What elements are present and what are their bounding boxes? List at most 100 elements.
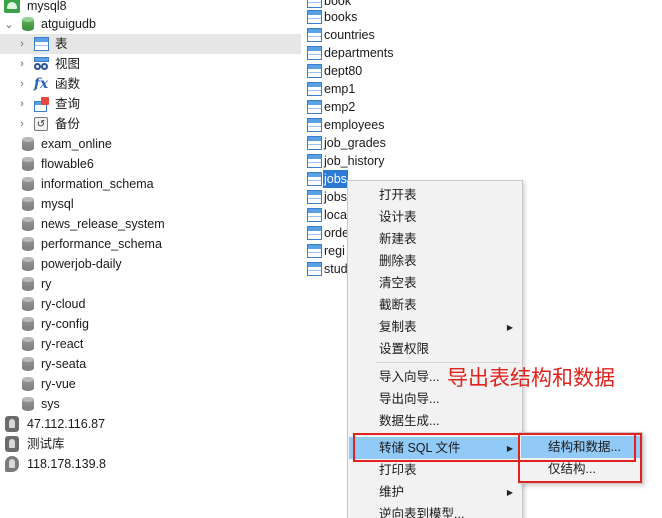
chevron-right-icon[interactable]: ›: [17, 78, 27, 90]
menu-item-empty-table[interactable]: 清空表: [349, 272, 521, 294]
menu-item-label: 导入向导...: [379, 370, 440, 384]
menu-item-delete-table[interactable]: 删除表: [349, 250, 521, 272]
tree-item-tables[interactable]: › 表: [0, 34, 301, 54]
database-icon: [20, 296, 36, 312]
chevron-right-icon[interactable]: ›: [17, 38, 27, 50]
menu-item-truncate-table[interactable]: 截断表: [349, 294, 521, 316]
tree-item-database[interactable]: performance_schema: [0, 234, 301, 254]
table-icon: [307, 154, 322, 168]
table-icon: [307, 172, 322, 186]
tree-item-connection[interactable]: 47.112.116.87: [0, 414, 301, 434]
table-item[interactable]: orde: [307, 224, 350, 242]
function-folder-icon: fx: [33, 76, 49, 92]
tree-item-functions[interactable]: › fx 函数: [0, 74, 301, 94]
table-icon: [307, 10, 322, 24]
menu-item-export-wizard[interactable]: 导出向导...: [349, 388, 521, 410]
table-name: countries: [324, 28, 375, 42]
tree-item-label: 视图: [55, 57, 81, 71]
tree-item-database[interactable]: news_release_system: [0, 214, 301, 234]
tree-item-atguigudb[interactable]: ⌄ atguigudb: [0, 14, 301, 34]
menu-item-label: 打印表: [379, 463, 417, 477]
tree-item-database[interactable]: information_schema: [0, 174, 301, 194]
table-item[interactable]: countries: [307, 26, 376, 44]
tree-item-database[interactable]: ry-vue: [0, 374, 301, 394]
tree-item-label: 表: [55, 37, 68, 51]
table-item[interactable]: job_grades: [307, 134, 387, 152]
tree-item-database[interactable]: powerjob-daily: [0, 254, 301, 274]
chevron-right-icon[interactable]: ›: [17, 118, 27, 130]
menu-item-label: 设置权限: [379, 342, 430, 356]
menu-item-print-table[interactable]: 打印表: [349, 459, 521, 481]
menu-item-label: 打开表: [379, 188, 417, 202]
database-icon: [20, 156, 36, 172]
menu-item-set-permissions[interactable]: 设置权限: [349, 338, 521, 360]
database-icon: [20, 176, 36, 192]
annotation-text: 导出表结构和数据: [447, 366, 615, 390]
tree-item-database[interactable]: ry-config: [0, 314, 301, 334]
menu-item-label: 逆向表到模型...: [379, 507, 465, 518]
tree-item-database[interactable]: sys: [0, 394, 301, 414]
database-icon: [20, 336, 36, 352]
table-item[interactable]: job_history: [307, 152, 385, 170]
tree-item-queries[interactable]: › 查询: [0, 94, 301, 114]
submenu-arrow-icon: ▶: [506, 487, 513, 497]
database-icon: [20, 376, 36, 392]
table-name: emp1: [324, 82, 356, 96]
database-icon: [20, 316, 36, 332]
tree-item-views[interactable]: › 视图: [0, 54, 301, 74]
table-item[interactable]: jobs: [307, 188, 348, 206]
database-icon: [20, 196, 36, 212]
menu-item-label: 复制表: [379, 320, 417, 334]
leaf-connection-icon: [4, 456, 20, 472]
tree-item-database[interactable]: ry-cloud: [0, 294, 301, 314]
tree-item-database[interactable]: ry: [0, 274, 301, 294]
menu-item-maintain[interactable]: 维护 ▶: [349, 481, 521, 503]
tree-item-connection[interactable]: 测试库: [0, 434, 301, 454]
table-item[interactable]: departments: [307, 44, 394, 62]
menu-item-design-table[interactable]: 设计表: [349, 206, 521, 228]
table-item-selected[interactable]: jobs: [307, 170, 348, 188]
chevron-down-icon[interactable]: ⌄: [4, 19, 14, 31]
menu-item-label: 删除表: [379, 254, 417, 268]
database-icon: [20, 216, 36, 232]
table-name: jobs: [323, 170, 348, 188]
chevron-right-icon[interactable]: ›: [17, 58, 27, 70]
table-icon: [307, 64, 322, 78]
tree-item-database[interactable]: mysql: [0, 194, 301, 214]
chevron-right-icon[interactable]: ›: [17, 98, 27, 110]
tree-item-database[interactable]: flowable6: [0, 154, 301, 174]
tree-item-label: atguigudb: [41, 17, 96, 31]
table-icon: [307, 82, 322, 96]
table-item[interactable]: loca: [307, 206, 348, 224]
tree-item-label: ry-cloud: [41, 297, 86, 311]
menu-item-open-table[interactable]: 打开表: [349, 184, 521, 206]
table-item[interactable]: books: [307, 8, 358, 26]
table-item[interactable]: emp2: [307, 98, 356, 116]
backup-folder-icon: ↺: [33, 116, 49, 132]
table-item[interactable]: regi: [307, 242, 346, 260]
table-item[interactable]: stud: [307, 260, 349, 278]
table-item[interactable]: dept80: [307, 62, 363, 80]
tree-item-database[interactable]: ry-react: [0, 334, 301, 354]
tree-item-database[interactable]: ry-seata: [0, 354, 301, 374]
tree-item-backups[interactable]: › ↺ 备份: [0, 114, 301, 134]
table-item[interactable]: employees: [307, 116, 385, 134]
tree-item-connection[interactable]: 118.178.139.8: [0, 454, 301, 474]
tree-item-label: ry-vue: [41, 377, 76, 391]
table-icon: [307, 28, 322, 42]
table-name: job_history: [324, 154, 385, 168]
menu-item-new-table[interactable]: 新建表: [349, 228, 521, 250]
query-folder-icon: [33, 96, 49, 112]
tree-item-database[interactable]: exam_online: [0, 134, 301, 154]
table-icon: [307, 208, 322, 222]
menu-item-data-generation[interactable]: 数据生成...: [349, 410, 521, 432]
menu-item-label: 截断表: [379, 298, 417, 312]
tree-item-label: 118.178.139.8: [27, 457, 107, 471]
tree-item-label: ry-react: [41, 337, 84, 351]
menu-item-reverse-to-model[interactable]: 逆向表到模型...: [349, 503, 521, 518]
menu-item-label: 导出向导...: [379, 392, 440, 406]
menu-item-duplicate-table[interactable]: 复制表 ▶: [349, 316, 521, 338]
table-item[interactable]: emp1: [307, 80, 356, 98]
tree-item-label: ry: [41, 277, 52, 291]
tree-item-label: 备份: [55, 117, 81, 131]
